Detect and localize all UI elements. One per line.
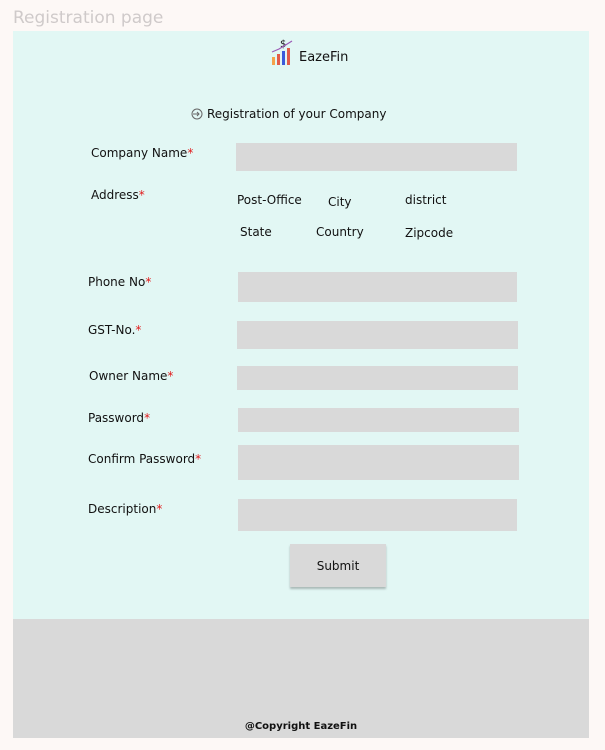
district-field[interactable]: district (405, 193, 446, 207)
password-input[interactable] (238, 408, 519, 432)
description-input[interactable] (238, 499, 517, 531)
confirm-password-label: Confirm Password* (88, 452, 202, 466)
address-label: Address* (91, 188, 145, 202)
company-name-label: Company Name* (91, 146, 194, 160)
brand-name: EazeFin (299, 50, 349, 65)
login-arrow-icon (191, 108, 203, 120)
confirm-password-input[interactable] (238, 445, 519, 480)
state-field[interactable]: State (240, 225, 272, 239)
company-name-input[interactable] (236, 143, 517, 171)
chart-logo-icon: $ (271, 39, 293, 65)
owner-name-label: Owner Name* (89, 369, 174, 383)
gst-label: GST-No.* (88, 323, 142, 337)
copyright-text: @Copyright EazeFin (244, 721, 358, 732)
owner-name-input[interactable] (237, 366, 518, 390)
gst-input[interactable] (237, 321, 518, 349)
zipcode-field[interactable]: Zipcode (405, 226, 453, 240)
phone-input[interactable] (238, 272, 517, 302)
city-field[interactable]: City (328, 195, 352, 209)
description-label: Description* (88, 502, 163, 516)
form-title-text: Registration of your Company (207, 107, 387, 121)
phone-label: Phone No* (88, 275, 152, 289)
country-field[interactable]: Country (316, 225, 364, 239)
password-label: Password* (88, 411, 151, 425)
footer: @Copyright EazeFin (13, 619, 589, 738)
form-title: Registration of your Company (191, 107, 386, 121)
submit-button[interactable]: Submit (290, 544, 386, 587)
post-office-field[interactable]: Post-Office (237, 193, 302, 207)
frame-title: Registration page (13, 8, 164, 28)
